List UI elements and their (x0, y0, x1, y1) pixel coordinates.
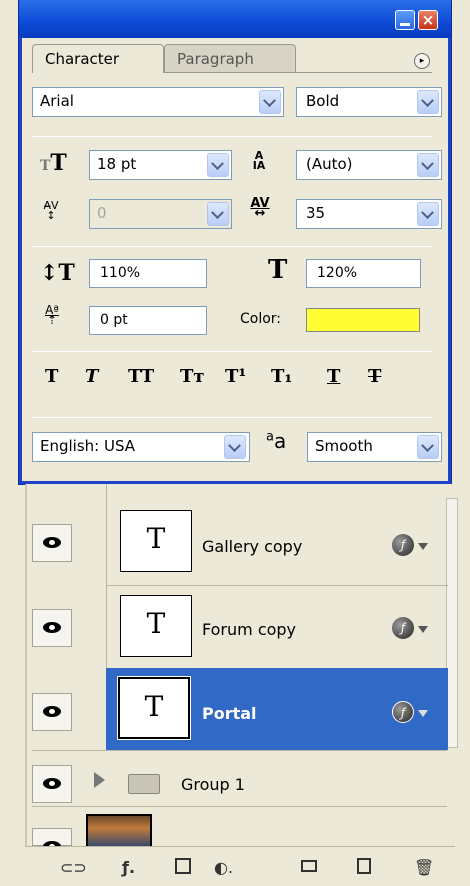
font-size-value: 18 pt (97, 155, 137, 173)
chevron-down-icon[interactable] (417, 435, 439, 459)
horizontal-scale-field[interactable]: 120% (306, 259, 421, 288)
faux-bold-button[interactable]: T (45, 366, 58, 387)
visibility-eye-icon[interactable] (32, 828, 72, 852)
chevron-down-icon[interactable] (417, 202, 439, 226)
antialias-icon-a-small: a (266, 429, 274, 445)
vertical-scale-field[interactable]: 110% (89, 259, 207, 288)
leading-value: (Auto) (306, 155, 353, 173)
layer-effects-icon[interactable]: ƒ (392, 534, 414, 556)
visibility-eye-icon[interactable] (32, 693, 72, 731)
row-divider (106, 585, 448, 586)
divider (32, 417, 432, 418)
small-caps-button[interactable]: Tт (180, 366, 205, 387)
row-divider (32, 806, 447, 807)
trash-icon[interactable]: 🗑 (414, 858, 434, 877)
font-family-value: Arial (40, 92, 74, 110)
antialias-icon: aa (266, 429, 286, 453)
chevron-down-icon[interactable] (259, 90, 281, 114)
panel-menu-button[interactable]: ▸ (414, 53, 430, 69)
layer-name[interactable]: Portal (202, 704, 257, 723)
baseline-shift-value: 0 pt (100, 312, 128, 328)
font-style-value: Bold (306, 92, 340, 110)
link-icon[interactable]: ⊂⊃ (60, 858, 87, 877)
title-bar[interactable] (19, 0, 451, 38)
horizontal-scale-value: 120% (317, 265, 358, 281)
layer-effects-icon[interactable]: ƒ (392, 617, 414, 639)
chevron-down-icon[interactable] (207, 153, 229, 177)
visibility-eye-icon[interactable] (32, 609, 72, 647)
add-style-icon[interactable]: ƒ. (122, 858, 135, 877)
expand-arrow-icon[interactable] (418, 626, 428, 633)
antialias-icon-a: a (273, 429, 287, 453)
layer-thumbnail: T (120, 510, 192, 572)
chevron-down-icon[interactable] (207, 202, 229, 226)
layer-thumbnail: T (117, 676, 191, 740)
layer-effects-icon[interactable]: ƒ (392, 701, 414, 723)
tracking-icon: AV ↔ (250, 196, 270, 221)
horizontal-scale-icon: T (268, 255, 288, 285)
layer-name[interactable]: Gallery copy (202, 537, 302, 556)
adjustment-layer-icon[interactable]: ◐. (214, 858, 233, 877)
color-swatch[interactable] (306, 308, 420, 332)
divider (32, 246, 432, 247)
tab-paragraph[interactable]: Paragraph (164, 44, 296, 73)
expand-arrow-icon[interactable] (418, 710, 428, 717)
layer-name[interactable]: Forum copy (202, 620, 296, 639)
leading-icon: A IA (252, 149, 266, 172)
layers-toolbar (25, 846, 455, 886)
superscript-button[interactable]: T¹ (225, 366, 246, 387)
chevron-down-icon[interactable] (224, 435, 246, 459)
vertical-scale-value: 110% (100, 265, 141, 281)
kerning-value: 0 (97, 204, 107, 222)
expand-triangle-icon[interactable] (94, 772, 105, 788)
row-divider (32, 750, 447, 751)
language-select[interactable]: English: USA (32, 432, 250, 462)
baseline-shift-field[interactable]: 0 pt (89, 306, 207, 335)
group-name[interactable]: Group 1 (181, 775, 245, 794)
visibility-eye-icon[interactable] (32, 765, 72, 803)
new-layer-icon[interactable] (357, 858, 371, 874)
expand-arrow-icon[interactable] (418, 543, 428, 550)
font-size-icon: TT (40, 150, 67, 176)
tab-character[interactable]: Character (32, 44, 164, 73)
kerning-icon: A̶V ↕ (43, 199, 59, 222)
underline-button[interactable]: T (327, 366, 340, 387)
subscript-button[interactable]: T₁ (271, 366, 292, 387)
strikethrough-button[interactable]: T (368, 366, 381, 387)
layer-thumbnail (86, 814, 152, 848)
folder-icon (128, 774, 160, 794)
language-value: English: USA (40, 437, 136, 455)
divider (32, 351, 432, 352)
faux-italic-button[interactable]: T (85, 366, 98, 387)
new-group-icon[interactable] (301, 860, 317, 872)
divider (32, 136, 432, 137)
baseline-shift-icon: Aª ⇡ (45, 303, 59, 327)
vertical-scale-icon: ↕T (40, 260, 75, 286)
minimize-button[interactable] (395, 10, 415, 30)
all-caps-button[interactable]: TT (128, 366, 154, 387)
chevron-down-icon[interactable] (417, 153, 439, 177)
chevron-down-icon[interactable] (417, 90, 439, 114)
font-family-select[interactable]: Arial (32, 87, 284, 117)
antialias-value: Smooth (315, 437, 373, 455)
color-label: Color: (240, 311, 282, 327)
tracking-value: 35 (306, 204, 326, 222)
visibility-eye-icon[interactable] (32, 524, 72, 562)
close-button[interactable]: × (418, 10, 438, 30)
layer-thumbnail: T (120, 595, 192, 657)
add-mask-icon[interactable] (175, 858, 191, 874)
